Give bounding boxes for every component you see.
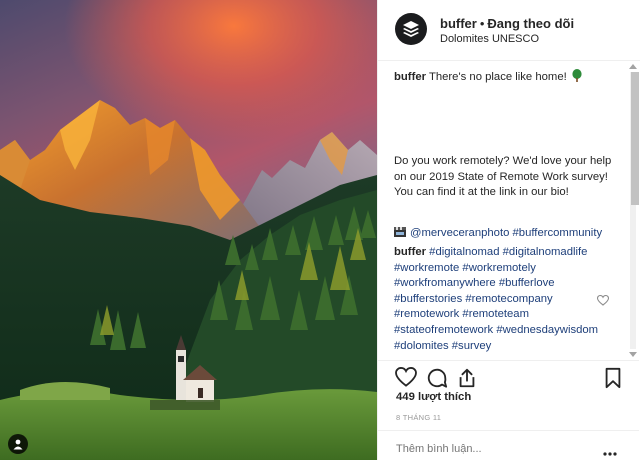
- heart-icon[interactable]: [395, 367, 417, 387]
- scroll-up-arrow-icon[interactable]: [629, 64, 637, 69]
- caption-username[interactable]: buffer: [394, 71, 426, 83]
- comment-like-heart-icon[interactable]: [597, 295, 609, 306]
- caption-text: There's no place like home!: [428, 71, 567, 83]
- location-link[interactable]: Dolomites UNESCO: [440, 33, 539, 45]
- mentions-line: @merveceranphoto #buffercommunity: [394, 226, 602, 242]
- survey-text: Do you work remotely? We'd love your hel…: [394, 155, 612, 199]
- caption-area: buffer There's no place like home! Do yo…: [394, 66, 622, 358]
- post-date[interactable]: 8 THÁNG 11: [396, 413, 441, 422]
- clapper-board-icon: [394, 227, 406, 237]
- buffer-logo-icon: [403, 21, 419, 37]
- scrollbar-thumb[interactable]: [631, 72, 639, 205]
- scroll-down-arrow-icon[interactable]: [629, 352, 637, 357]
- scrollbar-track[interactable]: [630, 72, 639, 349]
- comment-input[interactable]: [396, 443, 596, 455]
- hashtags-comment: buffer #digitalnomad #digitalnomadlife #…: [394, 245, 604, 354]
- caption-scrollbar[interactable]: [628, 64, 639, 357]
- like-count[interactable]: 449 lượt thích: [396, 391, 471, 403]
- share-icon[interactable]: [456, 367, 478, 389]
- post-header: buffer • Đang theo dõi Dolomites UNESCO: [378, 0, 640, 61]
- dolomites-landscape-image: [0, 0, 377, 460]
- author-username[interactable]: buffer: [440, 16, 477, 31]
- hashtag-links[interactable]: #digitalnomad #digitalnomadlife #workrem…: [394, 246, 598, 352]
- avatar[interactable]: [395, 13, 427, 45]
- more-options-icon[interactable]: [603, 452, 617, 456]
- post-photo[interactable]: [0, 0, 377, 460]
- separator-dot: •: [479, 16, 485, 31]
- header-line: buffer • Đang theo dõi: [440, 16, 574, 31]
- caption-line: buffer There's no place like home!: [394, 69, 582, 86]
- follow-status-button[interactable]: Đang theo dõi: [487, 16, 574, 31]
- deciduous-tree-icon: [572, 69, 582, 82]
- comment-bubble-icon[interactable]: [426, 367, 448, 389]
- instagram-post: buffer • Đang theo dõi Dolomites UNESCO bu…: [0, 0, 640, 460]
- hashtags-username[interactable]: buffer: [394, 246, 426, 258]
- bookmark-icon[interactable]: [603, 367, 623, 389]
- mentions-links[interactable]: @merveceranphoto #buffercommunity: [410, 227, 602, 239]
- user-tag-icon[interactable]: [8, 434, 28, 454]
- comment-box: [377, 430, 639, 461]
